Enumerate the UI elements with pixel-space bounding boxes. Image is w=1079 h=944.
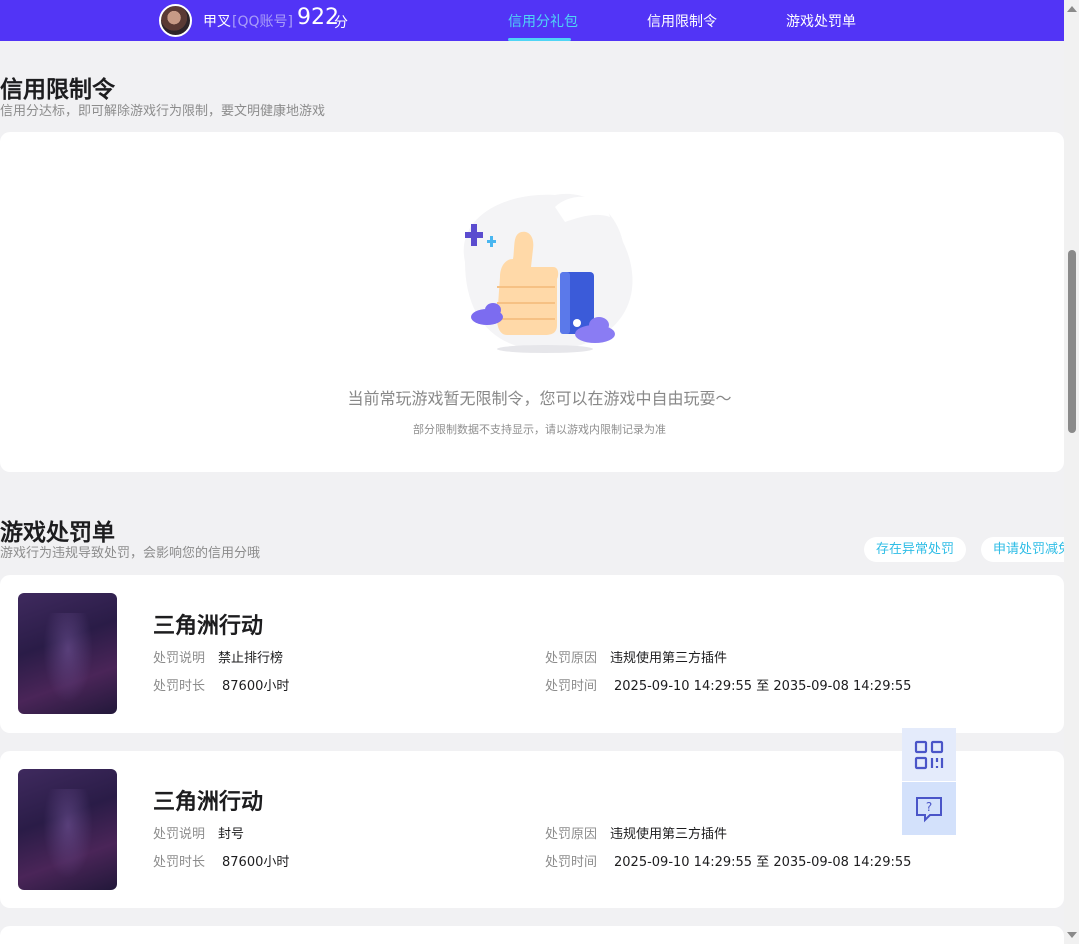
tab-game-penalty[interactable]: 游戏处罚单	[786, 11, 856, 31]
account-type-tag: [QQ账号]	[232, 14, 293, 30]
credit-score: 922	[297, 5, 339, 30]
penalty-duration-label: 处罚时长	[153, 679, 206, 694]
penalty-reason-value: 违规使用第三方插件	[610, 827, 728, 842]
penalty-desc-label: 处罚说明	[153, 651, 206, 666]
tab-credit-restriction[interactable]: 信用限制令	[647, 11, 717, 31]
qr-code-icon	[914, 740, 944, 769]
page-scrollbar[interactable]	[1064, 0, 1079, 944]
restriction-card: 当前常玩游戏暂无限制令，您可以在游戏中自由玩耍～ 部分限制数据不支持显示，请以游…	[0, 132, 1064, 472]
penalty-desc-label: 处罚说明	[153, 827, 206, 842]
penalty-reason-label: 处罚原因	[545, 827, 598, 842]
scroll-thumb[interactable]	[1068, 250, 1076, 433]
game-thumbnail	[18, 593, 117, 714]
username: 甲叉	[203, 14, 231, 30]
empty-state-note: 部分限制数据不支持显示，请以游戏内限制记录为准	[413, 423, 666, 436]
penalty-time-label: 处罚时间	[545, 679, 598, 694]
penalty-desc-value: 封号	[218, 827, 245, 842]
penalty-card	[0, 926, 1064, 944]
tab-credit-gift[interactable]: 信用分礼包	[508, 11, 578, 31]
game-thumbnail	[18, 769, 117, 890]
penalty-time-label: 处罚时间	[545, 855, 598, 870]
thumbs-up-icon	[463, 193, 633, 353]
penalty-reason-label: 处罚原因	[545, 651, 598, 666]
penalty-duration-value: 87600小时	[222, 679, 290, 694]
penalty-reason-value: 违规使用第三方插件	[610, 651, 728, 666]
game-name: 三角洲行动	[153, 790, 264, 815]
svg-text:?: ?	[926, 800, 932, 814]
scroll-up-arrow[interactable]	[1067, 6, 1077, 12]
penalty-card: 三角洲行动 处罚说明 禁止排行榜 处罚原因 违规使用第三方插件 处罚时长 876…	[0, 575, 1064, 733]
appeal-penalty-button[interactable]: 申请处罚减免	[981, 537, 1064, 562]
abnormal-penalty-button[interactable]: 存在异常处罚	[864, 537, 967, 562]
scroll-down-arrow[interactable]	[1067, 932, 1077, 938]
penalty-duration-label: 处罚时长	[153, 855, 206, 870]
penalty-time-value: 2025-09-10 14:29:55 至 2035-09-08 14:29:5…	[614, 855, 912, 870]
top-nav-bar: 甲叉 [QQ账号] 922 分 信用分礼包 信用限制令 游戏处罚单	[0, 0, 1064, 41]
help-button[interactable]: ?	[902, 782, 956, 835]
avatar[interactable]	[159, 4, 192, 37]
penalty-desc-value: 禁止排行榜	[218, 651, 284, 666]
penalty-section-subtitle: 游戏行为违规导致处罚，会影响您的信用分哦	[0, 546, 261, 561]
penalty-duration-value: 87600小时	[222, 855, 290, 870]
active-tab-indicator	[508, 38, 571, 41]
game-name: 三角洲行动	[153, 614, 264, 639]
empty-state-message: 当前常玩游戏暂无限制令，您可以在游戏中自由玩耍～	[347, 389, 732, 408]
restriction-section-subtitle: 信用分达标，即可解除游戏行为限制，要文明健康地游戏	[0, 104, 326, 119]
help-chat-icon: ?	[916, 796, 942, 822]
credit-score-unit: 分	[334, 15, 348, 31]
penalty-time-value: 2025-09-10 14:29:55 至 2035-09-08 14:29:5…	[614, 679, 912, 694]
restriction-section-title: 信用限制令	[0, 77, 115, 103]
qr-code-button[interactable]	[902, 728, 956, 781]
